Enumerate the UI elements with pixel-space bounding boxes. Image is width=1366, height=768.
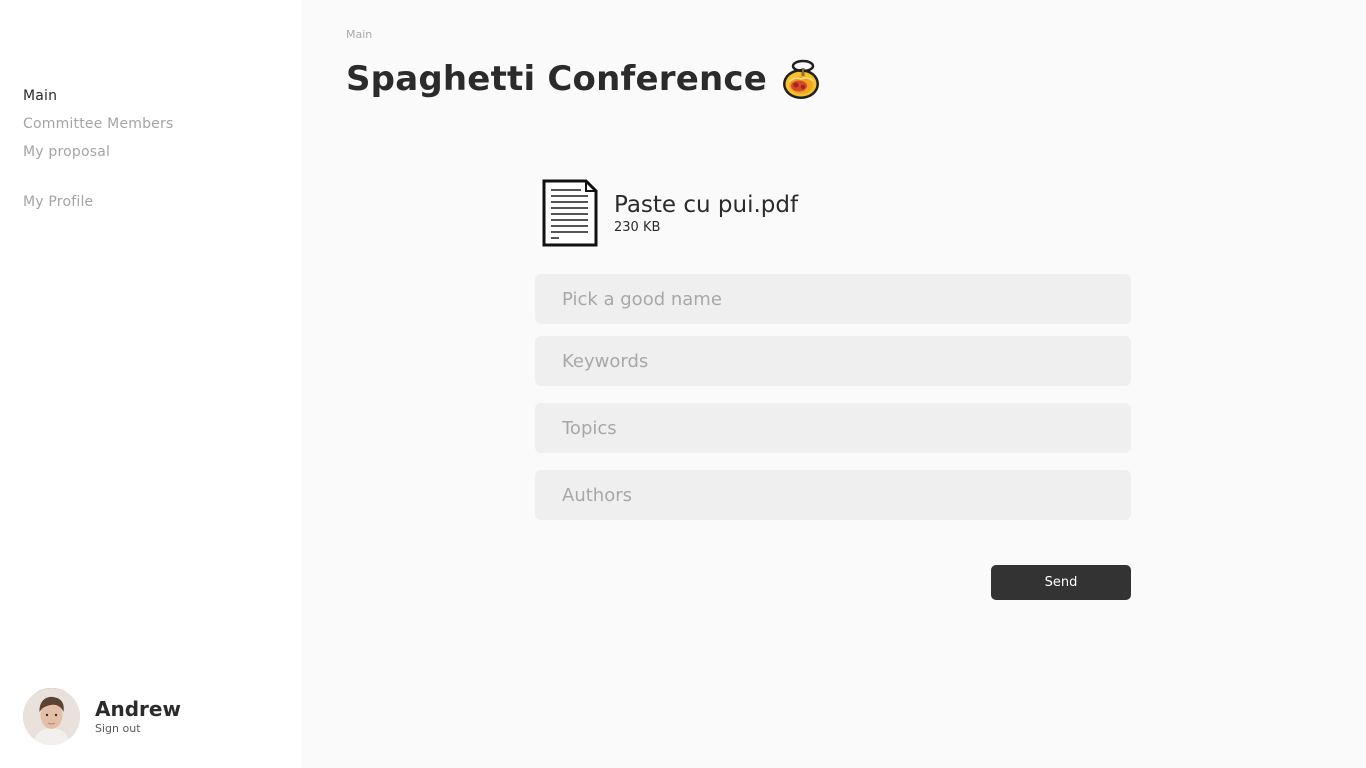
uploaded-file: Paste cu pui.pdf 230 KB <box>541 178 798 248</box>
app-window: Main Committee Members My proposal My Pr… <box>0 0 1366 768</box>
title-row: Spaghetti Conference <box>346 58 821 100</box>
sidebar-item-committee-members[interactable]: Committee Members <box>23 110 173 138</box>
avatar[interactable] <box>23 688 80 745</box>
sidebar: Main Committee Members My proposal My Pr… <box>0 0 301 768</box>
authors-input[interactable] <box>535 470 1131 520</box>
send-button[interactable]: Send <box>991 565 1131 600</box>
topics-input[interactable] <box>535 403 1131 453</box>
breadcrumb[interactable]: Main <box>346 28 372 41</box>
main-content: Main Spaghetti Conference Paste cu pui.p… <box>301 0 1366 768</box>
page-title: Spaghetti Conference <box>346 59 767 99</box>
user-profile: Andrew Sign out <box>23 688 181 745</box>
keywords-input[interactable] <box>535 336 1131 386</box>
sidebar-nav: Main Committee Members My proposal My Pr… <box>23 82 173 216</box>
sidebar-item-main[interactable]: Main <box>23 82 173 110</box>
proposal-name-input[interactable] <box>535 274 1131 324</box>
sidebar-item-my-profile[interactable]: My Profile <box>23 188 173 216</box>
sign-out-link[interactable]: Sign out <box>95 722 181 735</box>
profile-text: Andrew Sign out <box>95 698 181 735</box>
file-name: Paste cu pui.pdf <box>614 191 799 218</box>
spaghetti-bowl-icon <box>781 58 821 100</box>
sidebar-item-my-proposal[interactable]: My proposal <box>23 138 173 166</box>
user-name: Andrew <box>95 697 181 721</box>
file-size: 230 KB <box>614 219 661 235</box>
document-icon <box>541 178 599 248</box>
file-meta: Paste cu pui.pdf 230 KB <box>614 192 798 235</box>
